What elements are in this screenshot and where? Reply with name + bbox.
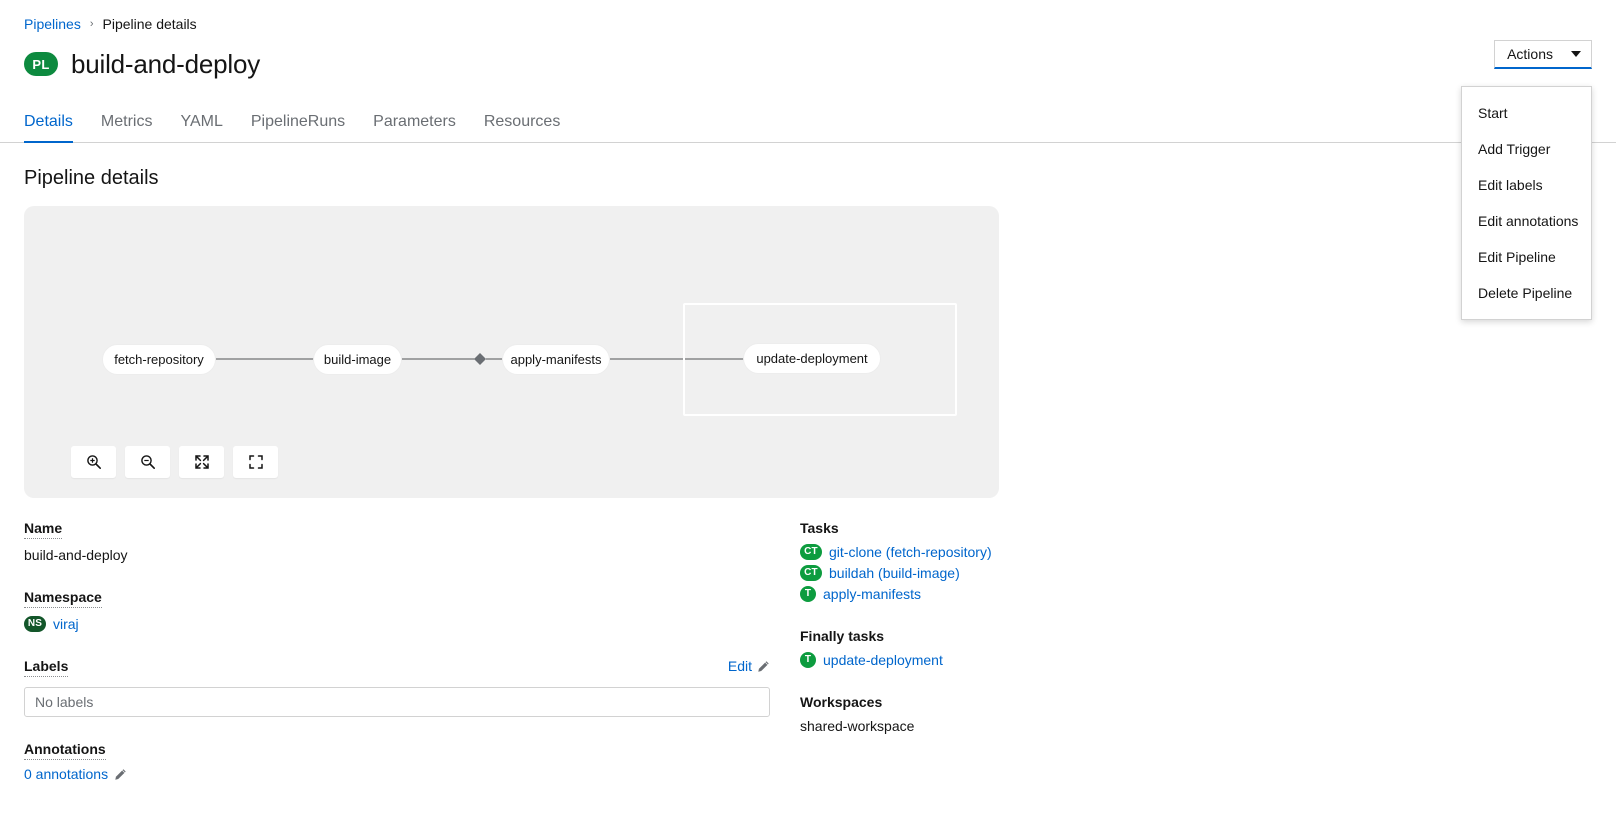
namespace-link[interactable]: viraj (53, 614, 79, 634)
field-tasks: Tasks CT git-clone (fetch-repository) CT… (800, 520, 1592, 604)
tab-details[interactable]: Details (24, 112, 87, 142)
graph-node-apply-manifests[interactable]: apply-manifests (502, 344, 610, 375)
annotations-link[interactable]: 0 annotations (24, 766, 108, 782)
menu-item-edit-labels[interactable]: Edit labels (1462, 167, 1591, 203)
menu-item-edit-annotations[interactable]: Edit annotations (1462, 203, 1591, 239)
graph-toolbar (71, 446, 278, 478)
page-header: PL build-and-deploy Actions Start Add Tr… (0, 36, 1616, 88)
field-annotations: Annotations 0 annotations (24, 741, 800, 782)
clustertask-badge: CT (800, 544, 822, 560)
details-columns: Name build-and-deploy Namespace NS viraj… (24, 520, 1592, 806)
field-annotations-label: Annotations (24, 741, 106, 760)
pipeline-kind-badge: PL (24, 52, 58, 76)
tab-parameters[interactable]: Parameters (359, 112, 470, 142)
task-item: CT git-clone (fetch-repository) (800, 542, 1592, 562)
finally-task-link-update-deployment[interactable]: update-deployment (823, 650, 943, 670)
main-content: Pipeline details fetch-repository build-… (0, 167, 1616, 806)
actions-menu-container: Actions Start Add Trigger Edit labels Ed… (1494, 40, 1592, 69)
field-workspaces-label: Workspaces (800, 694, 882, 710)
breadcrumb-separator-icon: › (90, 18, 94, 30)
field-finally-tasks-label: Finally tasks (800, 628, 884, 644)
finally-task-item: T update-deployment (800, 650, 1592, 670)
pencil-icon (757, 660, 770, 673)
menu-item-add-trigger[interactable]: Add Trigger (1462, 131, 1591, 167)
chevron-down-icon (1571, 51, 1581, 57)
fit-to-screen-button[interactable] (179, 446, 224, 478)
page-title: build-and-deploy (71, 49, 260, 80)
graph-node-build-image[interactable]: build-image (313, 344, 402, 375)
actions-button[interactable]: Actions (1494, 40, 1592, 69)
field-name: Name build-and-deploy (24, 520, 800, 565)
fit-to-screen-icon (194, 454, 210, 470)
workspaces-value: shared-workspace (800, 716, 1592, 736)
tab-pipelineruns[interactable]: PipelineRuns (237, 112, 359, 142)
task-item: CT buildah (build-image) (800, 563, 1592, 583)
breadcrumb: Pipelines › Pipeline details (0, 0, 1616, 36)
expand-button[interactable] (233, 446, 278, 478)
field-name-value: build-and-deploy (24, 545, 800, 565)
zoom-out-icon (140, 454, 156, 470)
tab-metrics[interactable]: Metrics (87, 112, 167, 142)
clustertask-badge: CT (800, 565, 822, 581)
tab-yaml[interactable]: YAML (166, 112, 236, 142)
actions-dropdown-menu: Start Add Trigger Edit labels Edit annot… (1461, 86, 1592, 320)
edit-labels-link[interactable]: Edit (728, 658, 770, 674)
field-labels: Labels Edit No labels (24, 658, 800, 717)
graph-node-update-deployment[interactable]: update-deployment (743, 343, 881, 374)
breadcrumb-current: Pipeline details (103, 16, 197, 32)
task-link-apply-manifests[interactable]: apply-manifests (823, 584, 921, 604)
pencil-icon[interactable] (114, 768, 127, 781)
field-namespace: Namespace NS viraj (24, 589, 800, 634)
menu-item-delete-pipeline[interactable]: Delete Pipeline (1462, 275, 1591, 311)
field-labels-label: Labels (24, 658, 68, 677)
labels-input-box[interactable]: No labels (24, 687, 770, 717)
labels-header: Labels Edit (24, 658, 770, 683)
zoom-out-button[interactable] (125, 446, 170, 478)
field-tasks-label: Tasks (800, 520, 839, 536)
field-name-label: Name (24, 520, 62, 539)
menu-item-edit-pipeline[interactable]: Edit Pipeline (1462, 239, 1591, 275)
menu-item-start[interactable]: Start (1462, 95, 1591, 131)
details-left-column: Name build-and-deploy Namespace NS viraj… (24, 520, 800, 806)
namespace-badge: NS (24, 616, 46, 632)
details-right-column: Tasks CT git-clone (fetch-repository) CT… (800, 520, 1592, 806)
tab-resources[interactable]: Resources (470, 112, 574, 142)
field-finally-tasks: Finally tasks T update-deployment (800, 628, 1592, 670)
task-link-git-clone[interactable]: git-clone (fetch-repository) (829, 542, 992, 562)
edit-labels-label: Edit (728, 658, 752, 674)
pipeline-visualization[interactable]: fetch-repository build-image apply-manif… (24, 206, 999, 498)
task-badge: T (800, 652, 816, 668)
expand-icon (248, 454, 264, 470)
actions-button-label: Actions (1507, 46, 1553, 62)
labels-placeholder: No labels (35, 694, 93, 710)
task-link-buildah[interactable]: buildah (build-image) (829, 563, 960, 583)
graph-node-fetch-repository[interactable]: fetch-repository (102, 344, 216, 375)
zoom-in-icon (86, 454, 102, 470)
tab-bar: Details Metrics YAML PipelineRuns Parame… (0, 102, 1616, 143)
breadcrumb-link-pipelines[interactable]: Pipelines (24, 16, 81, 32)
zoom-in-button[interactable] (71, 446, 116, 478)
section-title: Pipeline details (24, 167, 1592, 190)
task-item: T apply-manifests (800, 584, 1592, 604)
field-workspaces: Workspaces shared-workspace (800, 694, 1592, 736)
annotations-value-row: 0 annotations (24, 766, 800, 782)
namespace-value-row: NS viraj (24, 614, 800, 634)
field-namespace-label: Namespace (24, 589, 102, 608)
task-badge: T (800, 586, 816, 602)
